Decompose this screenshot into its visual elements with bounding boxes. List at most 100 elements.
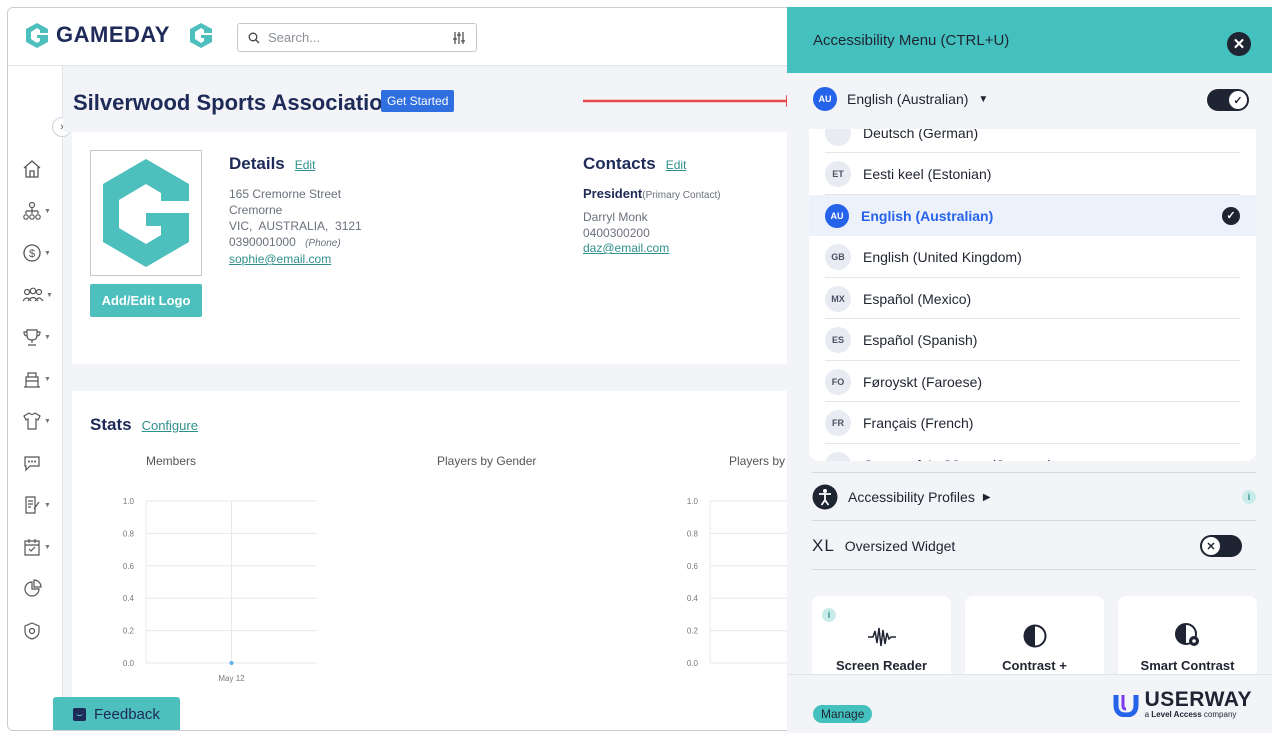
y-tick-label: 0.6 [687, 562, 699, 571]
language-code-badge: ET [825, 161, 851, 187]
close-icon[interactable]: ✕ [1227, 32, 1251, 56]
search-icon [248, 32, 260, 43]
language-name: Eesti keel (Estonian) [863, 166, 992, 182]
org-tree-icon[interactable]: ▼ [22, 199, 56, 223]
contrast-label: Contrast + [1002, 658, 1067, 673]
oversized-widget-toggle[interactable]: ✕ [1200, 535, 1242, 557]
y-tick-label: 0.4 [687, 594, 699, 603]
contrast-tile[interactable]: Contrast + [965, 596, 1104, 681]
current-language-label: English (Australian) [847, 91, 969, 107]
phone-label: (Phone) [305, 238, 341, 249]
userway-wordmark: USERWAY [1144, 688, 1252, 711]
details-card: Add/Edit Logo Details Edit 165 Cremorne S… [72, 132, 812, 364]
reports-pie-icon[interactable] [22, 577, 56, 601]
oversized-widget-label: Oversized Widget [844, 538, 956, 554]
venue-icon[interactable]: ▼ [22, 367, 56, 391]
forms-icon[interactable]: ▼ [22, 493, 56, 517]
language-code-badge: ES [825, 327, 851, 353]
language-name: English (United Kingdom) [863, 249, 1022, 265]
members-icon[interactable]: ▼ [22, 283, 56, 307]
contact-email-link[interactable]: daz@email.com [583, 241, 721, 255]
stats-card: Stats Configure Members Players by Gender… [72, 391, 812, 730]
shield-settings-icon[interactable] [22, 619, 56, 643]
screen-reader-tile[interactable]: i Screen Reader [812, 596, 951, 681]
feedback-label: Feedback [94, 706, 160, 723]
sidebar: ▼ $ ▼ ▼ ▼ ▼ ▼ ▼ ▼ [8, 66, 63, 730]
home-icon[interactable] [22, 157, 56, 181]
language-selector[interactable]: AU English (Australian) ▼ ✓ [794, 73, 1265, 128]
trophy-icon[interactable]: ▼ [22, 325, 56, 349]
feedback-button[interactable]: Feedback [53, 697, 180, 730]
chart-gender-title: Players by Gender [437, 454, 537, 468]
smart-contrast-icon [1174, 623, 1199, 646]
language-code-badge: SM [825, 451, 851, 461]
contact-role: President [583, 186, 643, 201]
y-tick-label: 0.0 [123, 659, 135, 668]
language-name: English (Australian) [861, 207, 994, 224]
language-code-badge [825, 129, 851, 146]
stats-header: Stats Configure [90, 415, 198, 435]
chart-members-title: Members [146, 454, 197, 468]
jersey-icon[interactable]: ▼ [22, 409, 56, 433]
language-list: Deutsch (German) ET Eesti keel (Estonian) A… [809, 129, 1256, 461]
filter-sliders-icon[interactable] [452, 31, 466, 45]
address-line3: VIC, AUSTRALIA, 3121 [229, 219, 362, 233]
profiles-label: Accessibility Profiles [848, 489, 975, 505]
details-heading: Details [229, 154, 285, 173]
y-tick-label: 1.0 [687, 497, 699, 506]
gameday-logo[interactable]: GAMEDAY [24, 22, 170, 48]
language-option[interactable]: ES Español (Spanish) [809, 320, 1256, 361]
userway-logo[interactable]: USERWAY a Level Access company [1113, 688, 1252, 719]
info-icon[interactable]: i [1242, 490, 1256, 504]
details-email-link[interactable]: sophie@email.com [229, 252, 362, 266]
g-logo-icon [188, 22, 214, 53]
y-tick-label: 0.8 [123, 529, 135, 538]
manage-button[interactable]: Manage [813, 705, 873, 723]
y-tick-label: 0.0 [687, 659, 699, 668]
userway-tagline: a Level Access company [1144, 710, 1237, 719]
finance-icon[interactable]: $ ▼ [22, 241, 56, 265]
language-option[interactable]: GB English (United Kingdom) [809, 237, 1256, 278]
search-input[interactable]: Search... [237, 23, 477, 52]
language-option[interactable]: SM Gagana fa'a Sāmoa (Samoan) [809, 444, 1256, 461]
address-line2: Cremorne [229, 203, 283, 217]
oversized-widget-row[interactable]: XL Oversized Widget ✕ [812, 532, 1256, 560]
configure-link[interactable]: Configure [142, 418, 198, 433]
contact-name: Darryl Monk [583, 210, 648, 224]
messages-icon[interactable] [22, 451, 56, 475]
members-chart: 1.0 0.8 0.6 0.4 0.2 0.0 May 12 [123, 497, 317, 683]
language-option[interactable]: FO Føroyskt (Faroese) [809, 361, 1256, 402]
add-edit-logo-button[interactable]: Add/Edit Logo [90, 284, 202, 317]
info-icon[interactable]: i [822, 608, 836, 622]
language-option[interactable]: AU English (Australian) ✓ [809, 195, 1256, 236]
caret-down-icon: ▼ [978, 93, 989, 105]
get-started-button[interactable]: Get Started [381, 90, 455, 112]
details-phone: 0390001000 [229, 235, 296, 249]
y-tick-label: 0.2 [123, 627, 135, 636]
divider [812, 520, 1256, 521]
y-tick-label: 0.2 [687, 627, 699, 636]
search-placeholder: Search... [268, 30, 321, 45]
smart-contrast-tile[interactable]: Smart Contrast [1118, 596, 1257, 681]
accessibility-profiles-row[interactable]: Accessibility Profiles ▶ i [812, 483, 1256, 511]
gameday-g-icon [26, 23, 48, 48]
caret-right-icon: ▶ [982, 491, 991, 503]
accessibility-panel-title: Accessibility Menu (CTRL+U) [813, 31, 1010, 49]
language-code-badge: GB [825, 244, 851, 270]
contacts-edit-link[interactable]: Edit [666, 158, 687, 172]
xl-icon: XL [812, 536, 835, 555]
y-tick-label: 0.8 [687, 529, 699, 538]
userway-u-icon [1113, 694, 1139, 717]
smart-contrast-label: Smart Contrast [1140, 658, 1235, 673]
details-edit-link[interactable]: Edit [295, 158, 316, 172]
language-name: Deutsch (German) [863, 129, 979, 141]
language-option[interactable]: FR Français (French) [809, 403, 1256, 444]
language-toggle[interactable]: ✓ [1207, 89, 1249, 111]
language-option[interactable]: MX Español (Mexico) [809, 278, 1256, 319]
calendar-icon[interactable]: ▼ [22, 535, 56, 559]
red-arrow-annotation [583, 95, 798, 107]
language-option[interactable]: ET Eesti keel (Estonian) [809, 154, 1256, 195]
y-tick-label: 0.6 [123, 562, 135, 571]
language-name: Føroyskt (Faroese) [863, 373, 983, 390]
language-option[interactable]: Deutsch (German) [809, 129, 1256, 153]
